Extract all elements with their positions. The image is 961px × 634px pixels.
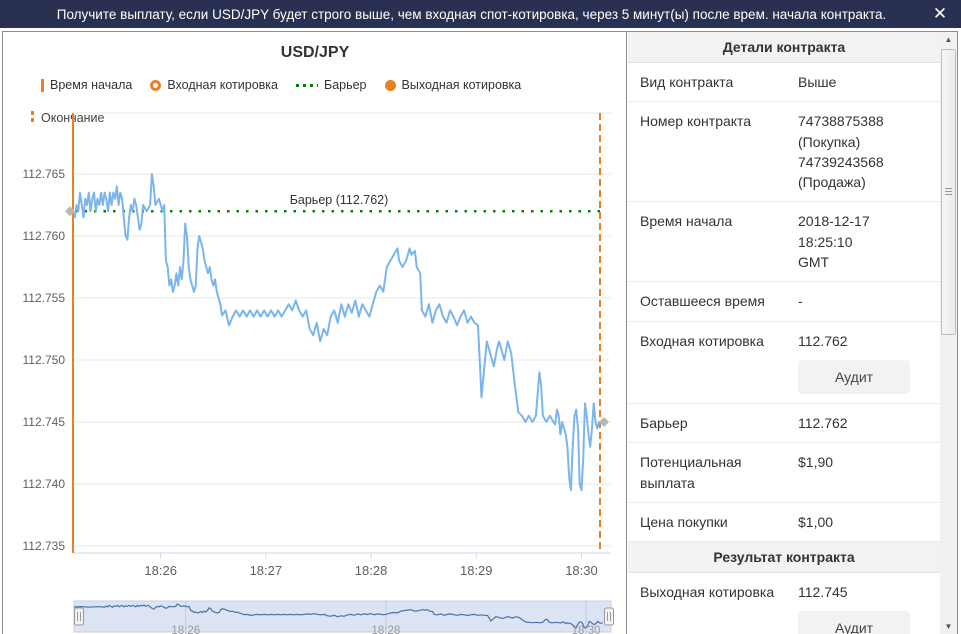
detail-row: Оставшееся время -	[628, 282, 940, 322]
detail-value: $1,00	[798, 513, 834, 530]
svg-text:18:30: 18:30	[572, 625, 601, 634]
contract-details-popup: Получите выплату, если USD/JPY будет стр…	[0, 0, 961, 634]
svg-text:18:30: 18:30	[565, 563, 598, 578]
svg-text:Барьер (112.762): Барьер (112.762)	[290, 193, 389, 207]
detail-value: Выше	[798, 74, 837, 90]
close-icon[interactable]: ✕	[919, 0, 961, 28]
detail-label: Барьер	[640, 414, 688, 431]
svg-text:18:28: 18:28	[371, 625, 400, 634]
detail-row: Потенциальная выплата $1,90	[628, 443, 940, 503]
contract-description: Получите выплату, если USD/JPY будет стр…	[56, 6, 887, 22]
navigator-handle[interactable]	[604, 607, 614, 626]
section-title: Результат контракта	[628, 542, 940, 574]
detail-label: Время начала	[640, 213, 733, 230]
detail-row: Вид контракта Выше	[628, 63, 940, 103]
svg-text:112.760: 112.760	[23, 229, 66, 243]
svg-text:112.755: 112.755	[23, 291, 66, 305]
svg-text:112.735: 112.735	[23, 539, 66, 553]
detail-value: 2018-12-17 18:25:10 GMT	[798, 213, 870, 271]
detail-label: Входная котировка	[640, 332, 764, 349]
panel-scrollbar[interactable]: ▲ ▼	[940, 32, 957, 634]
detail-value: 74738875388 (Покупка) 74739243568 (Продажа)	[798, 113, 884, 191]
detail-row: Цена покупки $1,00	[628, 503, 940, 543]
price-chart[interactable]: 112.765 112.760 112.755 112.750 112.745 112.7…	[3, 32, 627, 634]
svg-text:112.750: 112.750	[23, 353, 66, 367]
detail-label: Оставшееся время	[640, 293, 765, 310]
chart-card: USD/JPY Время начала Входная котировка Бар…	[3, 32, 627, 634]
svg-text:112.740: 112.740	[23, 477, 66, 491]
scrollbar-grip	[945, 188, 952, 196]
popup-header: Получите выплату, если USD/JPY будет стр…	[0, 0, 961, 28]
svg-text:18:27: 18:27	[250, 563, 283, 578]
contract-details-panel: Детали контракта Вид контракта Выше Номер к…	[628, 32, 941, 634]
detail-label: Потенциальная выплата	[640, 454, 742, 491]
detail-value: 112.762	[798, 414, 848, 431]
audit-button[interactable]: Аудит	[798, 359, 910, 394]
svg-text:18:28: 18:28	[355, 563, 388, 578]
detail-row: Выходная котировка 112.745 Аудит	[628, 573, 940, 634]
svg-text:18:29: 18:29	[460, 563, 493, 578]
audit-button[interactable]: Аудит	[798, 611, 910, 634]
detail-row: Входная котировка 112.762 Аудит	[628, 322, 940, 404]
detail-label: Выходная котировка	[640, 584, 775, 601]
detail-value: 112.745 Аудит	[788, 582, 926, 634]
detail-label: Номер контракта	[640, 113, 752, 130]
popup-body: USD/JPY Время начала Входная котировка Бар…	[2, 31, 958, 634]
section-title: Детали контракта	[628, 32, 940, 63]
scrollbar-up-arrow[interactable]: ▲	[940, 32, 957, 48]
scrollbar-down-arrow[interactable]: ▼	[940, 619, 957, 634]
svg-text:18:26: 18:26	[171, 625, 200, 634]
detail-value: -	[798, 293, 803, 310]
svg-text:112.745: 112.745	[23, 415, 66, 429]
svg-text:112.765: 112.765	[23, 167, 66, 181]
detail-value: $1,90	[798, 454, 834, 471]
detail-row: Барьер 112.762	[628, 404, 940, 444]
svg-text:18:26: 18:26	[144, 563, 177, 578]
detail-value: 112.762 Аудит	[788, 331, 926, 394]
scrollbar-thumb[interactable]	[941, 49, 956, 335]
detail-label: Цена покупки	[640, 513, 728, 530]
detail-row: Время начала 2018-12-17 18:25:10 GMT	[628, 202, 940, 283]
detail-row: Номер контракта 74738875388 (Покупка) 74739…	[628, 102, 940, 203]
navigator-handle[interactable]	[74, 607, 84, 626]
detail-label: Вид контракта	[640, 74, 734, 90]
